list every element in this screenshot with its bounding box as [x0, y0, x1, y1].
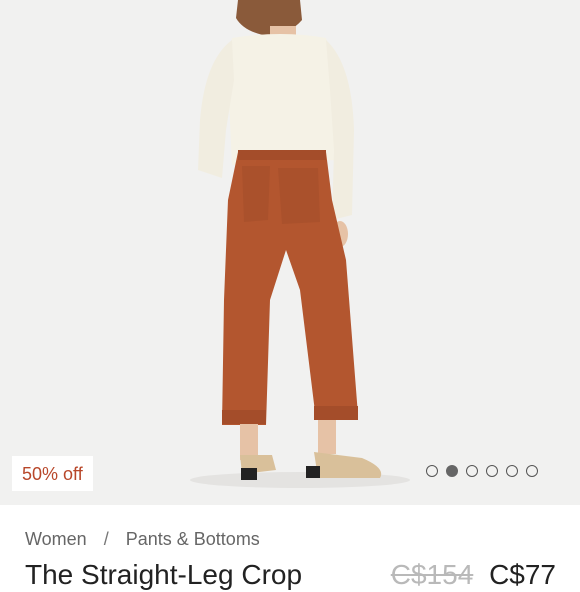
carousel-dot-active[interactable]: [446, 465, 458, 477]
carousel-dot[interactable]: [486, 465, 498, 477]
price-block: C$154 C$77: [391, 558, 556, 592]
discount-badge: 50% off: [12, 456, 93, 491]
breadcrumb-separator: /: [103, 529, 109, 549]
carousel-dot[interactable]: [506, 465, 518, 477]
sale-price: C$77: [489, 559, 556, 590]
carousel-dot[interactable]: [426, 465, 438, 477]
breadcrumb-pants-bottoms[interactable]: Pants & Bottoms: [126, 529, 260, 549]
breadcrumb-women[interactable]: Women: [25, 529, 87, 549]
carousel-indicators: [426, 465, 538, 477]
product-image[interactable]: 50% off: [0, 0, 580, 505]
breadcrumb: Women / Pants & Bottoms: [25, 529, 260, 550]
original-price: C$154: [390, 559, 474, 590]
model-photo-icon: [190, 0, 410, 488]
carousel-dot[interactable]: [526, 465, 538, 477]
product-title: The Straight-Leg Crop: [25, 559, 303, 590]
carousel-dot[interactable]: [466, 465, 478, 477]
